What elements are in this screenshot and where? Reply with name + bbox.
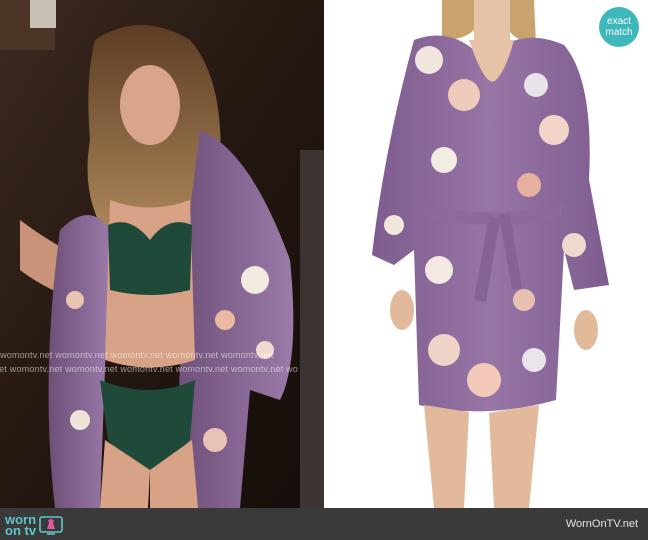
product-photo — [324, 0, 648, 508]
image-frame: womontv.net womontv.net womontv.net womo… — [0, 0, 648, 508]
exact-match-badge: exact match — [599, 7, 639, 47]
logo-text: worn on tv — [5, 513, 37, 538]
badge-line-1: exact — [607, 16, 631, 27]
dress-tv-icon — [39, 516, 63, 535]
scene-illustration — [0, 0, 324, 508]
wornontv-logo[interactable]: worn on tv — [5, 512, 63, 538]
scene-photo — [0, 0, 324, 508]
logo-text-bottom: on tv — [5, 523, 37, 538]
product-illustration — [324, 0, 648, 508]
watermark-row: womontv.net womontv.net womontv.net womo… — [0, 350, 274, 360]
badge-line-2: match — [605, 27, 633, 38]
watermark-row: net womontv.net womontv.net womontv.net … — [0, 364, 299, 374]
footer-bar: worn on tv WornOnTV.net — [0, 508, 648, 540]
site-url[interactable]: WornOnTV.net — [566, 518, 638, 530]
